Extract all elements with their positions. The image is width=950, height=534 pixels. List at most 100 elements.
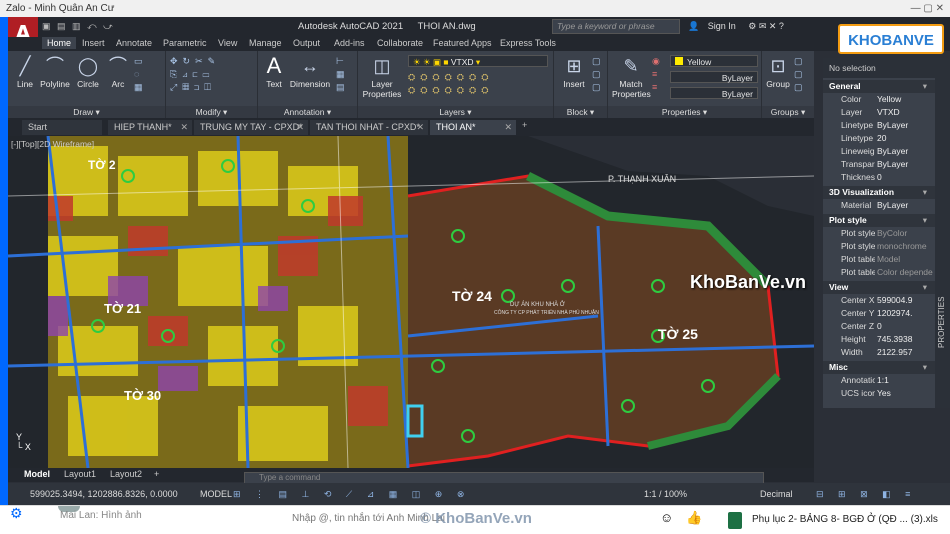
props-value: 2122.957 xyxy=(877,347,913,357)
sign-in-link[interactable]: Sign In xyxy=(708,21,736,31)
search-input[interactable]: Type a keyword or phrase xyxy=(552,19,680,34)
modify-tools[interactable]: ✥↻✂✎ ⎘⊿⊏▭ ⤢▦⊐◫ xyxy=(170,55,220,94)
props-row[interactable]: Layer VTXD xyxy=(823,106,935,119)
props-row[interactable]: Center Y 1202974. xyxy=(823,307,935,320)
props-row[interactable]: Center Z0 xyxy=(823,320,935,333)
annotation-panel-title[interactable]: Annotation ▾ xyxy=(258,106,357,118)
tab-layout1[interactable]: Layout1 xyxy=(64,469,96,479)
annotation-mini-tools[interactable]: ⊢ ▦ ▤ xyxy=(336,55,350,94)
close-icon[interactable]: ✕ xyxy=(416,120,424,135)
props-row[interactable]: Width 2122.957 xyxy=(823,346,935,359)
props-row[interactable]: Material ByLayer xyxy=(823,199,935,212)
insert-tool[interactable]: ⊞ Insert xyxy=(558,55,590,89)
props-row[interactable]: Center X 599004.9 xyxy=(823,294,935,307)
match-properties-tool[interactable]: ✎ Match Properties xyxy=(612,55,651,99)
properties-panel-title[interactable]: Properties ▾ xyxy=(608,106,761,118)
model-space-button[interactable]: MODEL xyxy=(200,483,232,505)
tab-annotate[interactable]: Annotate xyxy=(116,38,152,48)
props-row[interactable]: Plot style tablemonochrome xyxy=(823,240,935,253)
group-tool[interactable]: ⊡ Group xyxy=(764,55,792,89)
modify-panel-title[interactable]: Modify ▾ xyxy=(166,106,257,118)
block-panel-title[interactable]: Block ▾ xyxy=(554,106,607,118)
status-right-icons[interactable]: ⊟ ⊞ ⊠ ◧ ≡ xyxy=(816,483,916,505)
group-mini-tools[interactable]: ▢ ▢ ▢ xyxy=(794,55,808,94)
props-row[interactable]: Color Yellow xyxy=(823,93,935,106)
viewport-label[interactable]: [-][Top][2D Wireframe] xyxy=(11,139,94,149)
doc-tab-tan-thoi-nhat[interactable]: TAN THOI NHAT - CPXD* ✕ xyxy=(310,120,428,135)
draw-mini-tools[interactable]: ▭ ◌ ▦ xyxy=(134,55,148,94)
tab-insert[interactable]: Insert xyxy=(82,38,105,48)
chevron-down-icon: ▾ xyxy=(922,81,927,91)
tab-output[interactable]: Output xyxy=(293,38,320,48)
window-controls[interactable]: — ▢ ✕ xyxy=(911,0,944,17)
doc-tab-trung-my-tay[interactable]: TRUNG MY TAY - CPXD* ✕ xyxy=(194,120,308,135)
props-row[interactable]: UCS icon OnYes xyxy=(823,387,935,400)
props-key: Plot table type xyxy=(841,267,875,277)
file-name[interactable]: Phụ lục 2- BẢNG 8- BGĐ Ở (QĐ ... (3).xls xyxy=(752,514,938,525)
add-layout-icon[interactable]: + xyxy=(154,469,159,479)
circle-tool[interactable]: ◯ Circle xyxy=(74,55,102,89)
tab-parametric[interactable]: Parametric xyxy=(163,38,207,48)
props-row[interactable]: Thickness0 xyxy=(823,171,935,184)
text-tool[interactable]: A Text xyxy=(262,55,286,90)
props-row[interactable]: Linetype scale20 xyxy=(823,132,935,145)
layer-properties-tool[interactable]: ◫ Layer Properties xyxy=(362,55,402,99)
emoji-icon[interactable]: ☺ xyxy=(660,510,673,525)
draw-panel-title[interactable]: Draw ▾ xyxy=(8,106,165,118)
layer-tools[interactable]: ⛭⛭⛭⛭⛭⛭⛭ ⛭⛭⛭⛭⛭⛭⛭ xyxy=(408,71,493,97)
new-tab-icon[interactable]: + xyxy=(522,120,527,130)
drawing-canvas[interactable]: [-][Top][2D Wireframe] TỜ 21 TỜ 24 TỜ 25… xyxy=(8,136,814,468)
props-section-header[interactable]: General ▾ xyxy=(823,80,935,93)
close-icon[interactable]: ✕ xyxy=(296,120,304,135)
tab-collaborate[interactable]: Collaborate xyxy=(377,38,423,48)
polyline-tool[interactable]: ⌒ Polyline xyxy=(38,55,72,89)
tab-model[interactable]: Model xyxy=(24,469,50,479)
props-section-header[interactable]: 3D Visualization ▾ xyxy=(823,186,935,199)
props-row[interactable]: Plot table typeColor dependent xyxy=(823,266,935,279)
color-dropdown[interactable]: Yellow xyxy=(670,55,758,67)
lineweight-dropdown[interactable]: ByLayer xyxy=(670,87,758,99)
tab-home[interactable]: Home xyxy=(42,37,77,49)
annotation-scale[interactable]: 1:1 / 100% xyxy=(644,483,687,505)
linetype-dropdown[interactable]: ByLayer xyxy=(670,71,758,83)
dimension-tool[interactable]: ↔ Dimension xyxy=(288,55,332,89)
properties-mini-tools[interactable]: ◉ ≡ ≡ xyxy=(652,55,665,94)
help-icons[interactable]: ⚙ ✉ ✕ ? xyxy=(748,21,784,31)
props-section-header[interactable]: Misc ▾ xyxy=(823,361,935,374)
doc-tab-start[interactable]: Start xyxy=(22,120,102,135)
quick-access-toolbar[interactable]: ▣ ▤ ▥ ⤺ ⤻ xyxy=(42,21,115,32)
props-section-header[interactable]: View ▾ xyxy=(823,281,935,294)
layer-dropdown[interactable]: ☀ ☀ ▣ ■ VTXD ▾ xyxy=(408,55,548,67)
close-icon[interactable]: ✕ xyxy=(504,120,512,135)
contact-name[interactable]: Mai Lan: Hình ảnh xyxy=(60,510,142,521)
user-icon[interactable]: 👤 xyxy=(688,21,699,31)
doc-tab-thoi-an[interactable]: THOI AN* ✕ xyxy=(430,120,516,135)
close-icon[interactable]: ✕ xyxy=(180,120,188,135)
props-row[interactable]: Annotation scale1:1 xyxy=(823,374,935,387)
tab-view[interactable]: View xyxy=(218,38,237,48)
selection-dropdown[interactable]: No selection xyxy=(823,58,935,78)
units-display[interactable]: Decimal xyxy=(760,483,793,505)
arc-tool[interactable]: ⌒ Arc xyxy=(105,55,131,89)
like-icon[interactable]: 👍 xyxy=(686,510,702,526)
props-row[interactable]: Linetype ByLayer xyxy=(823,119,935,132)
props-value: 599004.9 xyxy=(877,295,913,305)
props-row[interactable]: TransparencyByLayer xyxy=(823,158,935,171)
props-row[interactable]: LineweightByLayer xyxy=(823,145,935,158)
tab-manage[interactable]: Manage xyxy=(249,38,282,48)
groups-panel-title[interactable]: Groups ▾ xyxy=(762,106,814,118)
props-row[interactable]: Plot table attachedModel xyxy=(823,253,935,266)
drafting-toggles[interactable]: ⊞ ⋮ ▤ ⊥ ⟲ ⟋ ⊿ ▦ ◫ ⊕ ⊗ xyxy=(233,483,470,505)
layers-panel-title[interactable]: Layers ▾ xyxy=(358,106,553,118)
props-section-header[interactable]: Plot style ▾ xyxy=(823,214,935,227)
tab-featured-apps[interactable]: Featured Apps xyxy=(433,38,492,48)
tab-addins[interactable]: Add-ins xyxy=(334,38,365,48)
doc-tab-hiep-thanh[interactable]: HIEP THANH* ✕ xyxy=(108,120,192,135)
tab-layout2[interactable]: Layout2 xyxy=(110,469,142,479)
zalo-settings-icon[interactable]: ⚙ xyxy=(10,505,30,525)
block-mini-tools[interactable]: ▢ ▢ ▢ xyxy=(592,55,606,94)
props-row[interactable]: Height 745.3938 xyxy=(823,333,935,346)
line-tool[interactable]: ╱ Line xyxy=(12,55,38,89)
tab-express-tools[interactable]: Express Tools xyxy=(500,38,556,48)
props-row[interactable]: Plot style ByColor xyxy=(823,227,935,240)
